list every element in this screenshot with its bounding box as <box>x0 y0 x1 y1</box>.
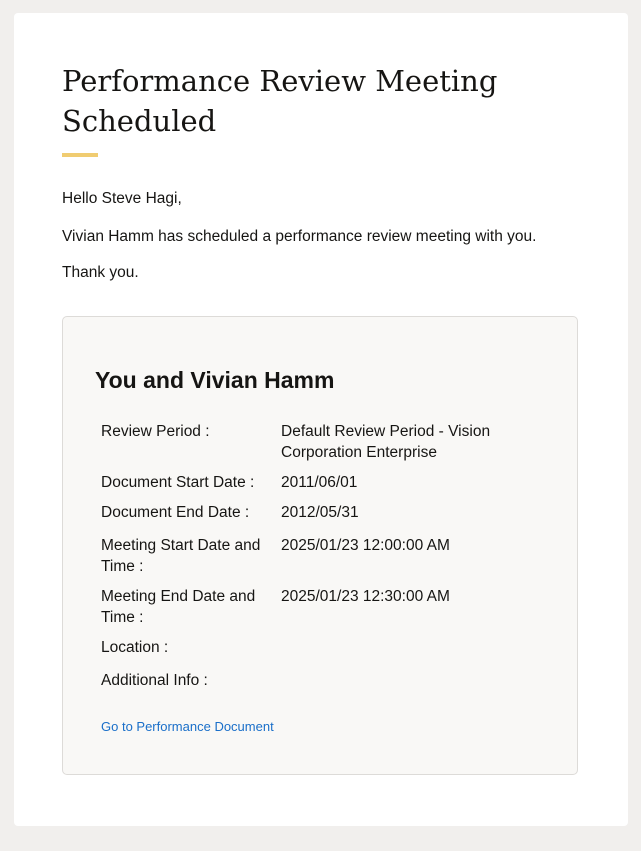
go-to-performance-document-link[interactable]: Go to Performance Document <box>101 719 274 734</box>
row-value: 2025/01/23 12:30:00 AM <box>281 588 450 605</box>
row-label: Review Period : <box>101 423 210 440</box>
row-label: Additional Info : <box>101 672 208 689</box>
row-value: 2012/05/31 <box>281 504 359 521</box>
panel-heading: You and Vivian Hamm <box>95 367 335 393</box>
details-table: Review Period : Default Review Period - V… <box>95 421 507 700</box>
table-row: Meeting Start Date and Time : 2025/01/23 … <box>95 535 507 586</box>
row-label: Location : <box>101 639 169 656</box>
row-value: Default Review Period - Vision Corporati… <box>281 423 491 461</box>
row-label: Meeting End Date and Time : <box>101 588 256 626</box>
row-value: 2011/06/01 <box>281 474 358 491</box>
greeting: Hello Steve Hagi, <box>62 190 182 207</box>
email-card: Performance Review Meeting Scheduled Hel… <box>14 13 628 826</box>
table-row: Location : <box>95 637 507 670</box>
title-accent-bar <box>62 153 98 157</box>
message: Vivian Hamm has scheduled a performance … <box>62 228 537 245</box>
table-row: Document Start Date : 2011/06/01 <box>95 472 507 502</box>
page-title: Performance Review Meeting Scheduled <box>62 64 498 138</box>
row-label: Document End Date : <box>101 504 250 521</box>
row-label: Document Start Date : <box>101 474 255 491</box>
row-label: Meeting Start Date and Time : <box>101 537 261 575</box>
row-value <box>275 670 507 700</box>
row-value <box>275 637 507 670</box>
table-row: Additional Info : <box>95 670 507 700</box>
table-row: Review Period : Default Review Period - V… <box>95 421 507 472</box>
closing: Thank you. <box>62 264 139 281</box>
table-row: Meeting End Date and Time : 2025/01/23 12… <box>95 586 507 637</box>
meeting-details-panel: You and Vivian Hamm Review Period : Defau… <box>62 316 578 775</box>
table-row: Document End Date : 2012/05/31 <box>95 502 507 535</box>
row-value: 2025/01/23 12:00:00 AM <box>281 537 450 554</box>
